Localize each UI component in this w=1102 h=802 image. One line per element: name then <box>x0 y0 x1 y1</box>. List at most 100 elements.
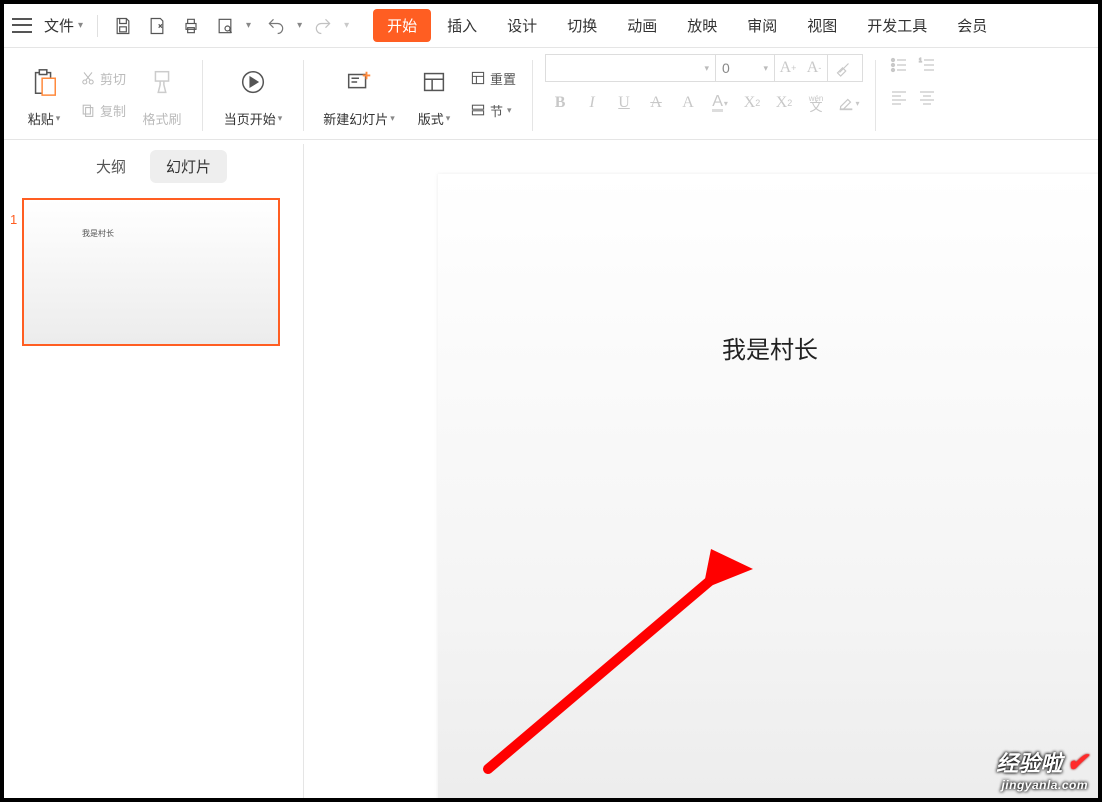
bold-icon[interactable]: B <box>545 90 575 116</box>
slide-text[interactable]: 我是村长 <box>722 330 818 365</box>
superscript-icon[interactable]: X2 <box>737 90 767 116</box>
from-current-label: 当页开始 <box>224 109 276 128</box>
chevron-down-icon: ▾ <box>446 113 451 124</box>
reset-button[interactable]: 重置 <box>466 66 520 90</box>
ribbon: 粘贴▾ 剪切 复制 格式刷 <box>4 48 1098 140</box>
watermark-url: jingyanla.com <box>996 778 1088 792</box>
workspace: 大纲 幻灯片 1 我是村长 我是村长 <box>4 144 1098 798</box>
quick-access-bar: 文件 ▾ ▾ ▾ ▾ 开始 插入 设计 切换 动画 放映 审阅 视图 开发工具 … <box>4 4 1098 48</box>
reset-label: 重置 <box>490 69 516 88</box>
font-group: ▾ 0▾ A+ A- B I U A A A▾ X2 X2 wén文 ▾ <box>539 52 869 139</box>
separator <box>202 60 203 131</box>
quick-access-more[interactable]: ▾ <box>246 20 251 31</box>
print-icon[interactable] <box>178 13 204 39</box>
save-as-icon[interactable] <box>144 13 170 39</box>
format-painter-label: 格式刷 <box>143 109 182 128</box>
save-icon[interactable] <box>110 13 136 39</box>
font-selector: ▾ 0▾ A+ A- <box>545 54 863 82</box>
font-name-input[interactable]: ▾ <box>546 55 716 81</box>
paste-button[interactable]: 粘贴▾ <box>16 54 72 134</box>
thumb-number: 1 <box>10 212 17 227</box>
format-painter-button[interactable]: 格式刷 <box>134 54 190 134</box>
annotation-arrow-icon <box>458 374 878 784</box>
file-menu[interactable]: 文件 ▾ <box>38 15 89 36</box>
new-slide-button[interactable]: 新建幻灯片▾ <box>316 54 402 134</box>
separator <box>875 60 876 131</box>
separator <box>532 60 533 131</box>
highlight-icon[interactable]: ▾ <box>833 90 863 116</box>
tab-slideshow[interactable]: 放映 <box>673 9 731 42</box>
side-tabs: 大纲 幻灯片 <box>4 144 303 188</box>
bullets-icon[interactable] <box>888 54 910 76</box>
tab-design[interactable]: 设计 <box>493 9 551 42</box>
play-icon <box>238 54 268 109</box>
outline-tab[interactable]: 大纲 <box>80 150 142 183</box>
slides-tab[interactable]: 幻灯片 <box>150 150 227 183</box>
redo-more[interactable]: ▾ <box>344 20 349 31</box>
tab-member[interactable]: 会员 <box>943 9 987 42</box>
slide-canvas[interactable]: 我是村长 <box>304 144 1098 798</box>
tab-insert[interactable]: 插入 <box>433 9 491 42</box>
watermark: 经验啦✔ jingyanla.com <box>996 746 1088 792</box>
print-preview-icon[interactable] <box>212 13 238 39</box>
tab-transition[interactable]: 切换 <box>553 9 611 42</box>
hamburger-icon[interactable] <box>12 16 32 36</box>
file-menu-label: 文件 <box>44 15 74 36</box>
tab-start[interactable]: 开始 <box>373 9 431 42</box>
cut-label: 剪切 <box>100 69 126 88</box>
font-size-value: 0 <box>722 60 730 76</box>
section-button[interactable]: 节 ▾ <box>466 98 520 122</box>
from-current-button[interactable]: 当页开始▾ <box>215 54 291 134</box>
chevron-down-icon: ▾ <box>56 113 61 124</box>
italic-icon[interactable]: I <box>577 90 607 116</box>
copy-label: 复制 <box>100 101 126 120</box>
format-painter-icon <box>147 54 177 109</box>
undo-icon[interactable] <box>263 13 289 39</box>
new-slide-label: 新建幻灯片 <box>323 109 388 128</box>
shadow-icon[interactable]: A <box>673 90 703 116</box>
font-size-input[interactable]: 0▾ <box>716 55 774 81</box>
new-slide-icon <box>344 54 374 109</box>
slide-thumbnail[interactable]: 我是村长 <box>22 198 280 346</box>
cut-button[interactable]: 剪切 <box>76 66 130 90</box>
font-style-row: B I U A A A▾ X2 X2 wén文 ▾ <box>545 90 863 116</box>
strikethrough-icon[interactable]: A <box>641 90 671 116</box>
layout-button[interactable]: 版式▾ <box>406 54 462 134</box>
subscript-icon[interactable]: X2 <box>769 90 799 116</box>
thumbnail-list: 1 我是村长 <box>4 188 303 798</box>
slide-panel: 大纲 幻灯片 1 我是村长 <box>4 144 304 798</box>
chevron-down-icon: ▾ <box>390 113 395 124</box>
chevron-down-icon: ▾ <box>705 63 710 74</box>
undo-redo-group: ▾ ▾ <box>259 13 353 39</box>
slides-group: 新建幻灯片▾ 版式▾ 重置 节 ▾ <box>310 52 526 139</box>
watermark-text: 经验啦 <box>996 746 1062 778</box>
checkmark-icon: ✔ <box>1066 747 1088 778</box>
clear-format-icon[interactable] <box>827 55 859 81</box>
undo-more[interactable]: ▾ <box>297 20 302 31</box>
redo-icon[interactable] <box>310 13 336 39</box>
tab-view[interactable]: 视图 <box>793 9 851 42</box>
copy-button[interactable]: 复制 <box>76 98 130 122</box>
clipboard-group: 粘贴▾ 剪切 复制 格式刷 <box>10 52 196 139</box>
slide[interactable]: 我是村长 <box>438 174 1098 798</box>
paste-label: 粘贴 <box>28 109 54 128</box>
increase-font-icon[interactable]: A+ <box>775 55 801 81</box>
underline-icon[interactable]: U <box>609 90 639 116</box>
section-label: 节 <box>490 101 503 120</box>
align-center-icon[interactable] <box>916 86 938 108</box>
separator <box>303 60 304 131</box>
tab-animation[interactable]: 动画 <box>613 9 671 42</box>
align-left-icon[interactable] <box>888 86 910 108</box>
chevron-down-icon: ▾ <box>78 20 83 31</box>
tab-devtools[interactable]: 开发工具 <box>853 9 941 42</box>
numbering-icon[interactable]: 1 <box>916 54 938 76</box>
layout-icon <box>419 54 449 109</box>
pinyin-icon[interactable]: wén文 <box>801 90 831 116</box>
slideshow-group: 当页开始▾ <box>209 52 297 139</box>
separator <box>97 15 98 37</box>
tab-review[interactable]: 审阅 <box>733 9 791 42</box>
decrease-font-icon[interactable]: A- <box>801 55 827 81</box>
svg-text:1: 1 <box>919 58 922 64</box>
font-color-icon[interactable]: A▾ <box>705 90 735 116</box>
paragraph-group: 1 <box>882 52 944 139</box>
